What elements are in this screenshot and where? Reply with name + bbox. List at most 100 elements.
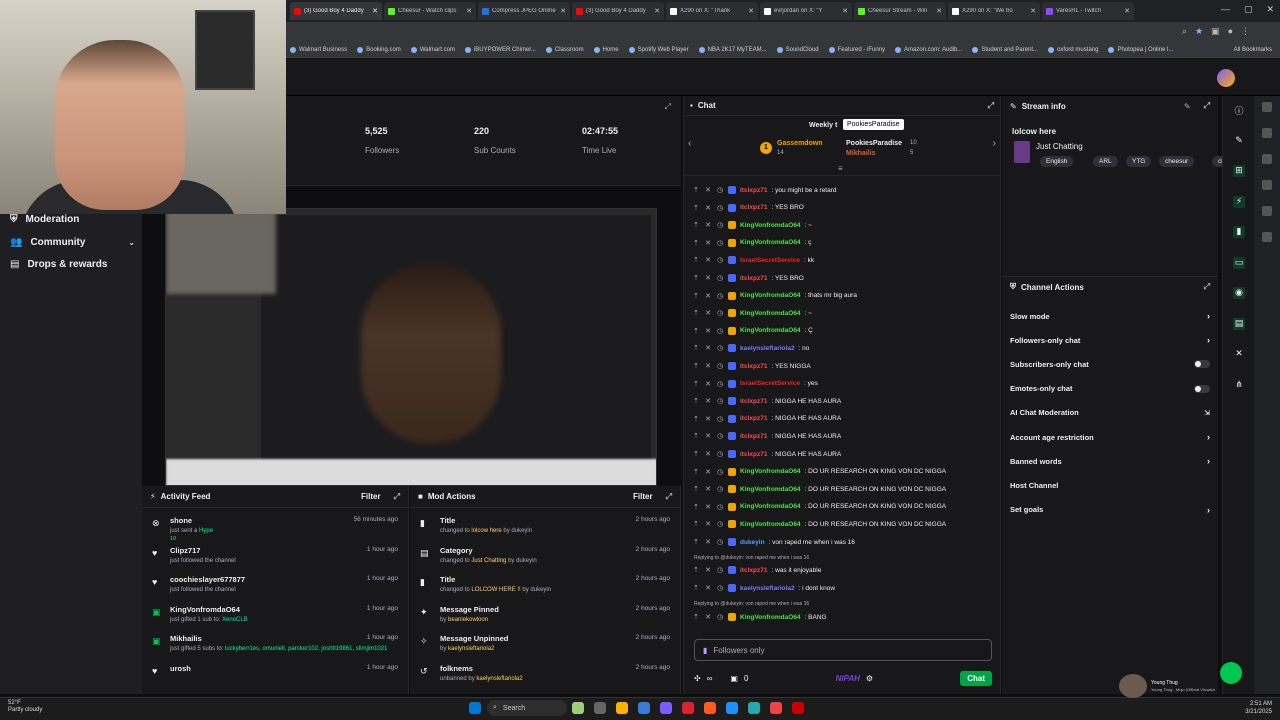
tag-chip[interactable]: English	[1040, 156, 1074, 167]
timeout-icon[interactable]: ◷	[716, 468, 724, 476]
chat-username[interactable]: KingVonfromdaO64	[740, 521, 801, 528]
zoom-icon[interactable]: ⌕	[1182, 26, 1187, 37]
ban-icon[interactable]: ✕	[704, 221, 712, 229]
tab-close-icon[interactable]: ✕	[560, 7, 566, 15]
timeout-icon[interactable]: ◷	[716, 204, 724, 212]
bookmark-icon[interactable]: ▮	[1233, 226, 1245, 238]
chat-username[interactable]: KingVonfromdaO64	[740, 239, 801, 246]
pin-icon[interactable]: ⇡	[692, 566, 700, 574]
bookmark-item[interactable]: Home	[593, 46, 619, 53]
pencil-icon[interactable]: ✎	[1233, 135, 1245, 147]
channel-action-8[interactable]: Set goals ›	[1010, 504, 1210, 516]
bookmark-item[interactable]: oxford mustang	[1048, 46, 1098, 53]
pin-icon[interactable]: ⇡	[692, 344, 700, 352]
chat-username[interactable]: KingVonfromdaO64	[740, 292, 801, 299]
stream-preview[interactable]	[165, 208, 657, 486]
pin-icon[interactable]: ⇡	[692, 415, 700, 423]
tab-close-icon[interactable]: ✕	[748, 7, 754, 15]
tab-close-icon[interactable]: ✕	[654, 7, 660, 15]
extensions-icon[interactable]: ▣	[1211, 26, 1220, 37]
bookmark-item[interactable]: Walmart Business	[290, 46, 347, 53]
tab-close-icon[interactable]: ✕	[1124, 7, 1130, 15]
sidebar-app-icon[interactable]	[1262, 206, 1272, 216]
bookmark-item[interactable]: Classroom	[545, 46, 584, 53]
browser-tab[interactable]: (3) Good Boy 4 Daddy ✕	[572, 2, 664, 20]
popout-icon[interactable]: ⤢	[988, 101, 994, 111]
pin-icon[interactable]: ⇡	[692, 584, 700, 592]
chat-username[interactable]: KingVonfromdaO64	[740, 468, 801, 475]
pin-icon[interactable]: ⇡	[692, 362, 700, 370]
chat-input[interactable]: ▮ Followers only	[694, 639, 992, 661]
timeout-icon[interactable]: ◷	[716, 380, 724, 388]
timeout-icon[interactable]: ◷	[716, 415, 724, 423]
ban-icon[interactable]: ✕	[704, 538, 712, 546]
channel-action-2[interactable]: Subscribers-only chat	[1010, 358, 1210, 370]
ban-icon[interactable]: ✕	[704, 613, 712, 621]
bookmark-item[interactable]: Featured - iFunny	[828, 46, 885, 53]
pin-icon[interactable]: ⇡	[692, 503, 700, 511]
bookmark-item[interactable]: Spotify Web Player	[628, 46, 689, 53]
edit-icon[interactable]: ✎	[1184, 102, 1191, 111]
filter-button[interactable]: Filter	[361, 492, 381, 501]
timeout-icon[interactable]: ◷	[716, 274, 724, 282]
chat-username[interactable]: KingVonfromdaO64	[740, 310, 801, 317]
taskbar-app-icon[interactable]	[682, 702, 694, 714]
profile-icon[interactable]: ●	[1228, 26, 1233, 37]
taskbar-app-icon[interactable]	[660, 702, 672, 714]
bookmark-item[interactable]: SoundCloud	[776, 46, 819, 53]
timeout-icon[interactable]: ◷	[716, 397, 724, 405]
ban-icon[interactable]: ✕	[704, 292, 712, 300]
tab-close-icon[interactable]: ✕	[1030, 7, 1036, 15]
chat-username[interactable]: itclxpz71	[740, 275, 767, 282]
taskbar-app-icon[interactable]	[616, 702, 628, 714]
pin-icon[interactable]: ⇡	[692, 538, 700, 546]
ban-icon[interactable]: ✕	[704, 566, 712, 574]
pin-icon[interactable]: ⇡	[692, 256, 700, 264]
popout-icon[interactable]: ⤢	[1204, 282, 1210, 292]
sidebar-app-icon[interactable]	[1262, 232, 1272, 242]
chat-username[interactable]: IsraelSecretService	[740, 257, 800, 264]
emote-icon[interactable]: ✣	[694, 674, 701, 683]
pin-icon[interactable]: ⇡	[692, 380, 700, 388]
chat-username[interactable]: itclxpz71	[740, 451, 767, 458]
tag-chip[interactable]: ARL	[1093, 156, 1118, 167]
channel-action-7[interactable]: Host Channel	[1010, 479, 1210, 491]
timeout-icon[interactable]: ◷	[716, 485, 724, 493]
ban-icon[interactable]: ✕	[704, 450, 712, 458]
ban-icon[interactable]: ✕	[704, 274, 712, 282]
tag-chip[interactable]: cheesur	[1159, 156, 1195, 167]
ban-icon[interactable]: ✕	[704, 520, 712, 528]
chevron-right-icon[interactable]: ›	[993, 138, 996, 149]
channel-action-1[interactable]: Followers-only chat ›	[1010, 334, 1210, 346]
timeout-icon[interactable]: ◷	[716, 362, 724, 370]
pin-icon[interactable]: ⇡	[692, 186, 700, 194]
infinity-icon[interactable]: ∞	[707, 674, 713, 683]
browser-tab[interactable]: X290 on X: "We bo ✕	[948, 2, 1040, 20]
chat-username[interactable]: dukeyin	[740, 539, 765, 546]
add-clip-icon[interactable]: ⊞	[1233, 165, 1245, 177]
chat-username[interactable]: itclxpz71	[740, 398, 767, 405]
toggle-switch[interactable]	[1194, 384, 1210, 393]
taskbar-search[interactable]: ⌕ Search	[487, 700, 567, 716]
sidebar-app-icon[interactable]	[1262, 102, 1272, 112]
chat-fab-icon[interactable]	[1220, 662, 1242, 684]
pin-icon[interactable]: ⇡	[692, 432, 700, 440]
sidebar-app-icon[interactable]	[1262, 128, 1272, 138]
minimize-icon[interactable]: —	[1221, 4, 1230, 15]
ban-icon[interactable]: ✕	[704, 204, 712, 212]
timeout-icon[interactable]: ◷	[716, 520, 724, 528]
pin-icon[interactable]: ⇡	[692, 613, 700, 621]
layout-icon[interactable]: ▤	[1233, 317, 1245, 330]
browser-tab[interactable]: evrjordan on X: "Y ✕	[760, 2, 852, 20]
pin-icon[interactable]: ⇡	[692, 204, 700, 212]
taskbar-app-icon[interactable]	[572, 702, 584, 714]
channel-action-0[interactable]: Slow mode ›	[1010, 310, 1210, 322]
menu-icon[interactable]: ⋮	[1241, 26, 1250, 37]
taskbar-app-icon[interactable]	[726, 702, 738, 714]
ban-icon[interactable]: ✕	[704, 362, 712, 370]
sidebar-item-drops[interactable]: ▤ Drops & rewards	[10, 259, 135, 270]
popout-icon[interactable]: ⤢	[1204, 101, 1210, 111]
chat-username[interactable]: itclxpz71	[740, 187, 767, 194]
toggle-switch[interactable]	[1194, 360, 1210, 369]
browser-tab[interactable]: (3) Good Boy 4 Daddy ✕	[290, 2, 382, 20]
